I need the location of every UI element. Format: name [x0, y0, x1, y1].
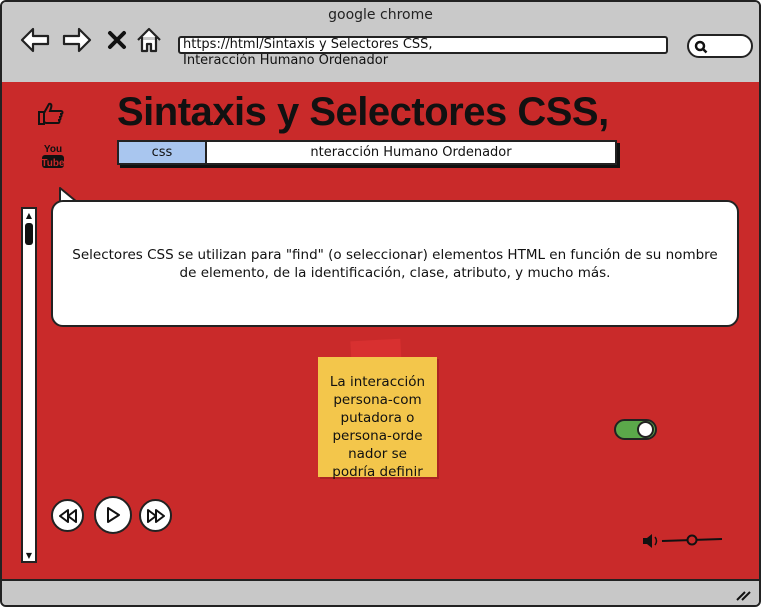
- scroll-up-icon[interactable]: ▲: [23, 209, 35, 221]
- search-icon: [694, 40, 708, 54]
- status-bar: [2, 579, 759, 605]
- browser-window: google chrome https://html/Sintaxis y Se…: [0, 0, 761, 607]
- volume-slider[interactable]: [642, 532, 724, 554]
- speaker-icon: [643, 534, 658, 548]
- youtube-you-text: You: [44, 144, 62, 155]
- page-content: You Tube Sintaxis y Selectores CSS, css …: [2, 82, 759, 579]
- fast-forward-button[interactable]: [139, 499, 172, 532]
- home-icon[interactable]: [133, 24, 165, 56]
- forward-arrow-icon[interactable]: [61, 24, 93, 56]
- title-bar: google chrome https://html/Sintaxis y Se…: [2, 2, 759, 84]
- bubble-text: Selectores CSS se utilizan para "find" (…: [72, 246, 718, 281]
- sticky-note-text: La interacción persona-com putadora o pe…: [329, 374, 426, 480]
- scroll-down-icon[interactable]: ▼: [23, 549, 35, 561]
- close-x-icon[interactable]: [101, 24, 133, 56]
- rewind-icon: [58, 508, 77, 523]
- speech-bubble: Selectores CSS se utilizan para "find" (…: [51, 200, 739, 327]
- toggle-knob: [637, 421, 654, 438]
- search-field[interactable]: [687, 34, 753, 58]
- fast-forward-icon: [146, 508, 165, 523]
- window-title: google chrome: [328, 7, 433, 23]
- tab-bar: css nteracción Humano Ordenador: [117, 140, 617, 165]
- page-title: Sintaxis y Selectores CSS,: [117, 90, 609, 134]
- tab-css[interactable]: css: [119, 142, 207, 163]
- youtube-icon[interactable]: You Tube: [40, 142, 66, 174]
- play-icon: [107, 507, 120, 523]
- thumbs-up-icon[interactable]: [36, 100, 66, 130]
- toggle-switch[interactable]: [614, 419, 657, 440]
- youtube-tube-text: Tube: [41, 158, 65, 169]
- scroll-thumb[interactable]: [25, 223, 33, 245]
- tab-interaccion[interactable]: nteracción Humano Ordenador: [207, 142, 615, 163]
- play-button[interactable]: [94, 496, 132, 534]
- address-text[interactable]: https://html/Sintaxis y Selectores CSS, …: [183, 37, 433, 69]
- rewind-button[interactable]: [51, 499, 84, 532]
- vertical-scrollbar[interactable]: ▲ ▼: [21, 207, 37, 563]
- resize-grip-icon[interactable]: [735, 589, 751, 601]
- sticky-note: La interacción persona-com putadora o pe…: [318, 357, 437, 480]
- volume-knob[interactable]: [686, 534, 698, 546]
- back-arrow-icon[interactable]: [19, 24, 51, 56]
